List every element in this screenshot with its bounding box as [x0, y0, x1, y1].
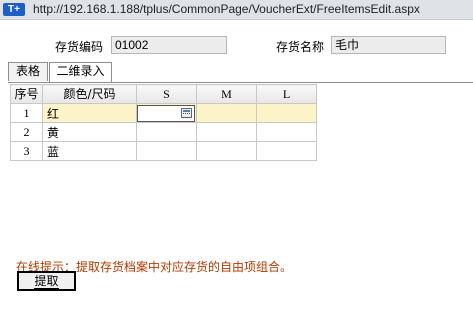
quantity-cell-m[interactable] [196, 103, 257, 123]
row-color-name: 蓝 [42, 141, 137, 161]
matrix-grid: 序号 颜色/尺码 S M L 1 红 2 黄 3 蓝 [10, 84, 317, 161]
quantity-cell-m[interactable] [196, 122, 257, 142]
quantity-cell-l[interactable] [256, 122, 317, 142]
row-number: 1 [10, 103, 43, 123]
inventory-code-label: 存货编码 [55, 40, 104, 54]
quantity-cell-l[interactable] [256, 103, 317, 123]
calculator-icon[interactable] [181, 107, 192, 118]
quantity-cell-s[interactable] [136, 141, 197, 161]
quantity-cell-s[interactable] [136, 103, 197, 123]
inventory-code-field: 01002 [111, 36, 227, 54]
quantity-cell-m[interactable] [196, 141, 257, 161]
inventory-name-field: 毛巾 [331, 36, 446, 54]
table-row[interactable]: 3 蓝 [10, 141, 317, 161]
page-url: http://192.168.1.188/tplus/CommonPage/Vo… [33, 2, 420, 16]
table-row[interactable]: 2 黄 [10, 122, 317, 142]
row-color-name: 红 [42, 103, 137, 123]
browser-titlebar: T+ http://192.168.1.188/tplus/CommonPage… [0, 0, 473, 20]
col-header-size-m: M [196, 84, 257, 104]
col-header-color-size: 颜色/尺码 [42, 84, 137, 104]
col-header-row-no: 序号 [10, 84, 43, 104]
inventory-name-label: 存货名称 [276, 40, 325, 54]
col-header-size-s: S [136, 84, 197, 104]
row-number: 2 [10, 122, 43, 142]
row-number: 3 [10, 141, 43, 161]
quantity-cell-l[interactable] [256, 141, 317, 161]
col-header-size-l: L [256, 84, 317, 104]
app-logo-icon: T+ [3, 3, 25, 16]
tab-table[interactable]: 表格 [8, 62, 48, 81]
page-content: 存货编码 01002 存货名称 毛巾 表格 二维录入 序号 颜色/尺码 S M … [0, 20, 473, 314]
table-row[interactable]: 1 红 [10, 103, 317, 123]
quantity-editor-input[interactable] [137, 104, 195, 122]
tab-divider [8, 82, 473, 83]
fetch-button[interactable]: 提取 [17, 271, 76, 291]
tab-2d-entry[interactable]: 二维录入 [49, 62, 112, 82]
fetch-button-label: 提取 [34, 274, 59, 289]
quantity-cell-s[interactable] [136, 122, 197, 142]
grid-header-row: 序号 颜色/尺码 S M L [10, 84, 317, 104]
row-color-name: 黄 [42, 122, 137, 142]
